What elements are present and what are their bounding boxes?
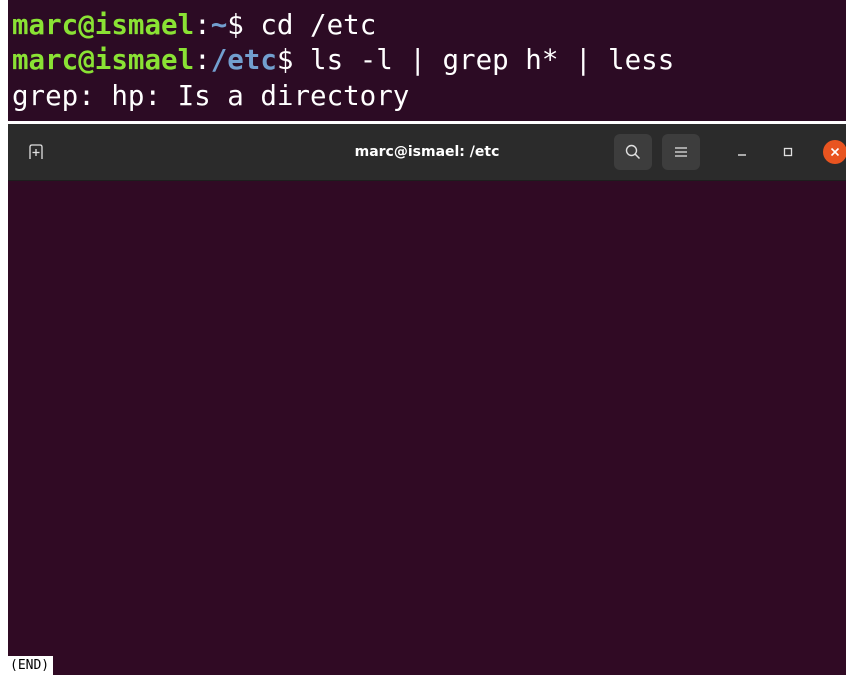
terminal-output-area[interactable]: (END)	[8, 181, 846, 675]
command-text: cd /etc	[260, 9, 377, 41]
search-button[interactable]	[614, 134, 652, 170]
prompt-symbol: $	[227, 9, 261, 41]
maximize-icon	[783, 147, 793, 157]
screenshot-stage: ( ) /etc, marc@ismael:~$ cd /etc marc@is…	[0, 0, 846, 675]
prompt-path: /etc	[210, 44, 277, 76]
minimize-button[interactable]	[730, 140, 754, 164]
prompt-line-cd: marc@ismael:~$ cd /etc	[12, 9, 377, 41]
window-title: marc@ismael: /etc	[354, 144, 500, 160]
prompt-user: marc@ismael	[12, 44, 195, 76]
new-tab-button[interactable]	[19, 137, 53, 167]
zoomed-terminal-excerpt: ( ) /etc, marc@ismael:~$ cd /etc marc@is…	[8, 0, 846, 121]
new-tab-icon	[29, 144, 43, 159]
search-icon	[625, 144, 641, 160]
hamburger-menu-icon	[675, 147, 687, 157]
pager-status-indicator: (END)	[8, 656, 54, 675]
maximize-button[interactable]	[776, 140, 800, 164]
close-button[interactable]	[823, 140, 846, 164]
prompt-user: marc@ismael	[12, 9, 195, 41]
prompt-separator: :	[194, 44, 211, 76]
close-icon	[830, 147, 840, 157]
minimize-icon	[738, 154, 746, 156]
cut-off-text: ( ) /etc,	[8, 0, 846, 1]
command-text: ls -l | grep h* | less	[310, 44, 675, 76]
terminal-window: marc@ismael: /etc (END)	[8, 124, 846, 675]
command-output-line: grep: hp: Is a directory	[12, 80, 410, 112]
prompt-line-ls: marc@ismael:/etc$ ls -l | grep h* | less	[12, 44, 675, 76]
output-text: grep: hp: Is a directory	[12, 80, 410, 112]
prompt-path: ~	[210, 9, 228, 41]
prompt-separator: :	[194, 9, 211, 41]
menu-button[interactable]	[662, 134, 700, 170]
header-bar: marc@ismael: /etc	[8, 124, 846, 181]
prompt-symbol: $	[276, 44, 311, 76]
